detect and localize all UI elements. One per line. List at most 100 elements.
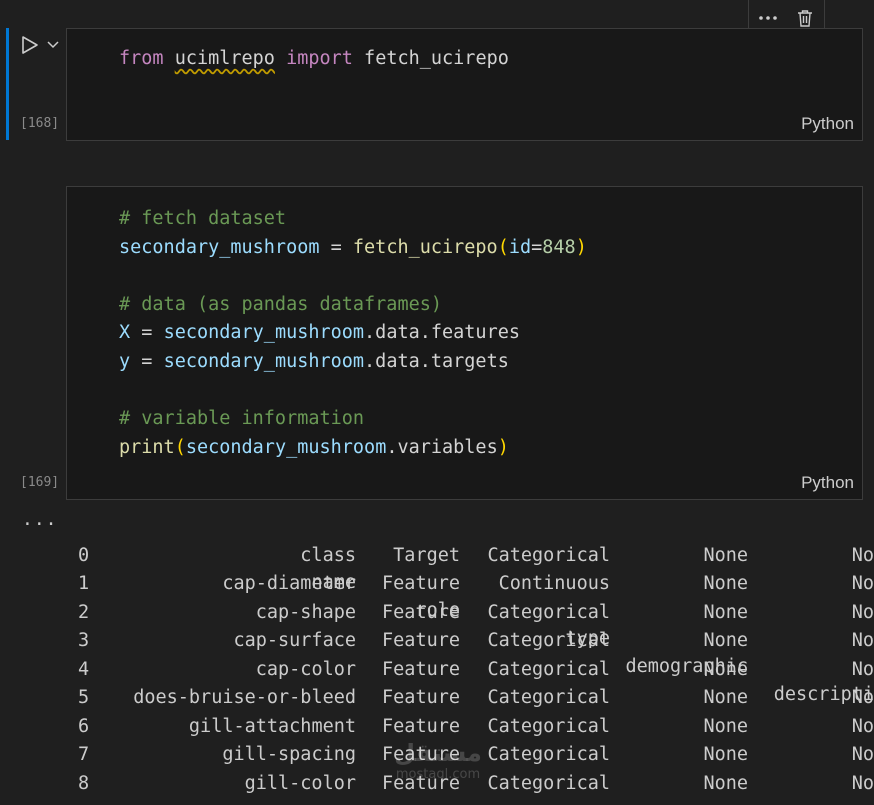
output-table-row: 7 gill-spacing Feature Categorical None No bbox=[0, 741, 874, 769]
cell-role: Feature bbox=[382, 715, 460, 737]
cell-role: Feature bbox=[382, 573, 460, 594]
code-token: import bbox=[286, 48, 353, 69]
cell-description: No bbox=[851, 772, 874, 794]
code-editor[interactable]: # fetch dataset secondary_mushroom = fetc… bbox=[119, 205, 587, 462]
code-token: y bbox=[119, 350, 131, 372]
code-token: fetch_ucirepo bbox=[352, 48, 509, 69]
cell-type: Categorical bbox=[487, 687, 610, 708]
code-line: # data (as pandas dataframes) bbox=[119, 291, 587, 320]
cell-type: Categorical bbox=[487, 658, 610, 680]
cell-name: cap-color bbox=[255, 658, 356, 680]
code-token: .data.features bbox=[364, 322, 520, 344]
cell-description: No bbox=[851, 544, 874, 566]
cell-name: gill-spacing bbox=[222, 744, 356, 765]
code-token: ( bbox=[174, 436, 186, 458]
code-editor[interactable]: from ucimlrepo import fetch_ucirepo bbox=[119, 45, 509, 74]
output-table-row: 2 cap-shape Feature Categorical None No bbox=[0, 599, 874, 627]
code-token: from bbox=[119, 48, 164, 69]
cell-name: cap-shape bbox=[255, 601, 356, 623]
execution-count: [169] bbox=[20, 475, 60, 490]
output-table-row: 8 gill-color Feature Categorical None No bbox=[0, 770, 874, 798]
cell-role: Feature bbox=[382, 772, 460, 794]
cell-index: 5 bbox=[78, 687, 90, 708]
code-line: # fetch dataset bbox=[119, 205, 587, 234]
cell-type: Categorical bbox=[487, 601, 610, 623]
code-cell-1[interactable]: from ucimlrepo import fetch_ucirepo Pyth… bbox=[66, 28, 863, 141]
code-token: 848 bbox=[542, 236, 576, 258]
code-token: = bbox=[130, 350, 164, 372]
active-cell-indicator bbox=[6, 28, 9, 140]
code-token: ( bbox=[497, 236, 509, 258]
run-cell-button[interactable] bbox=[18, 34, 42, 56]
code-token: # variable information bbox=[119, 408, 365, 430]
code-token: secondary_mushroom bbox=[119, 236, 320, 258]
code-token: ucimlrepo bbox=[174, 48, 275, 69]
cell-role: Feature bbox=[382, 744, 460, 765]
cell-role: Target bbox=[393, 544, 460, 566]
ellipsis-icon[interactable] bbox=[756, 6, 780, 30]
code-token: = bbox=[130, 322, 164, 344]
code-line: from ucimlrepo import fetch_ucirepo bbox=[119, 45, 509, 74]
cell-role: Feature bbox=[382, 601, 460, 623]
cell-demographic: None bbox=[703, 744, 748, 765]
code-cell-2[interactable]: # fetch dataset secondary_mushroom = fetc… bbox=[66, 186, 863, 500]
cell-demographic: None bbox=[703, 772, 748, 794]
code-line: y = secondary_mushroom.data.targets bbox=[119, 348, 587, 377]
cell-role: Feature bbox=[382, 658, 460, 680]
output-table-row: 4 cap-color Feature Categorical None No bbox=[0, 656, 874, 684]
cell-index: 0 bbox=[78, 544, 90, 566]
output-table-row: 6 gill-attachment Feature Categorical None No bbox=[0, 713, 874, 741]
cell-index: 2 bbox=[78, 601, 90, 623]
cell-name: cap-diameter bbox=[222, 573, 356, 594]
cell-description: No bbox=[851, 687, 874, 708]
cell-type: Categorical bbox=[487, 630, 610, 651]
code-token: # data (as pandas dataframes) bbox=[119, 293, 443, 315]
cell-type: Categorical bbox=[487, 544, 610, 566]
cell-description: No bbox=[851, 658, 874, 680]
code-line: X = secondary_mushroom.data.features bbox=[119, 319, 587, 348]
cell-type: Categorical bbox=[487, 744, 610, 765]
trash-icon[interactable] bbox=[793, 6, 817, 30]
cell-type: Categorical bbox=[487, 715, 610, 737]
code-token: = bbox=[319, 236, 353, 258]
cell-demographic: None bbox=[703, 544, 748, 566]
code-token: X bbox=[119, 322, 131, 344]
code-token: secondary_mushroom bbox=[163, 350, 365, 372]
cell-demographic: None bbox=[703, 601, 748, 623]
code-token: = bbox=[531, 236, 543, 258]
cell-description: No bbox=[851, 630, 874, 651]
cell-demographic: None bbox=[703, 630, 748, 651]
code-token: print bbox=[119, 436, 175, 458]
cell-description: No bbox=[851, 601, 874, 623]
cell-role: Feature bbox=[382, 630, 460, 651]
code-token: secondary_mushroom bbox=[185, 436, 387, 458]
output-table-row: 1 cap-diameter Feature Continuous None No bbox=[0, 570, 874, 598]
cell-demographic: None bbox=[703, 715, 748, 737]
code-token: fetch_ucirepo bbox=[352, 236, 498, 258]
cell-index: 6 bbox=[78, 715, 90, 737]
output-table-row: 5 does-bruise-or-bleed Feature Categorical N… bbox=[0, 684, 874, 712]
code-token: # fetch dataset bbox=[119, 208, 287, 229]
cell-name: cap-surface bbox=[233, 630, 356, 651]
chevron-down-icon[interactable] bbox=[46, 36, 60, 54]
cell-name: gill-attachment bbox=[188, 715, 356, 737]
cell-index: 1 bbox=[78, 573, 90, 594]
code-line: secondary_mushroom = fetch_ucirepo(id=84… bbox=[119, 234, 587, 263]
cell-description: No bbox=[851, 573, 874, 594]
code-token: .data.targets bbox=[364, 350, 509, 372]
output-table-row: 3 cap-surface Feature Categorical None No bbox=[0, 627, 874, 655]
cell-demographic: None bbox=[703, 573, 748, 594]
cell-index: 7 bbox=[78, 744, 90, 765]
cell-name: class bbox=[300, 544, 356, 566]
output-table-row: 0 class Target Categorical None No bbox=[0, 542, 874, 570]
code-token: ) bbox=[497, 436, 509, 458]
output-header-row: name role type demographic descripti bbox=[0, 513, 874, 705]
cell-language-label[interactable]: Python bbox=[801, 114, 854, 134]
cell-language-label[interactable]: Python bbox=[801, 473, 854, 493]
execution-count: [168] bbox=[20, 116, 60, 131]
cell-index: 4 bbox=[78, 658, 90, 680]
